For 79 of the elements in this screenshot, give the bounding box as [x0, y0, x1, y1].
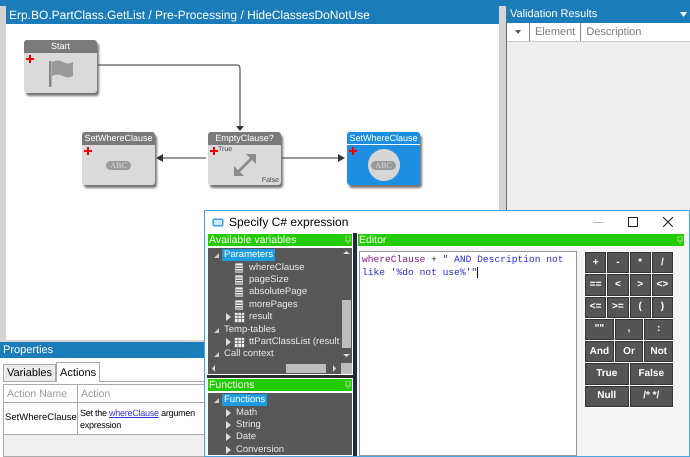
tab[interactable]: Variables [3, 364, 56, 381]
flow-node[interactable]: SetWhereClause ABC [82, 132, 155, 185]
pane-title: Functions [209, 379, 255, 391]
connector-arrow [156, 154, 206, 162]
tree-item[interactable]: whereClause [247, 262, 306, 274]
node-title: SetWhereClause [347, 132, 420, 145]
column-header: Element [530, 23, 582, 41]
operator-button[interactable]: Or [614, 341, 644, 362]
close-icon [663, 217, 673, 227]
column-header: Description [585, 25, 642, 40]
tree-item[interactable]: Date [234, 431, 258, 444]
plus-icon [26, 55, 34, 63]
table-icon [234, 311, 245, 324]
abc-badge: ABC [371, 160, 396, 170]
table-cell: SetWhereClause [4, 403, 78, 434]
operator-button[interactable]: : [644, 318, 674, 340]
code-editor[interactable]: whereClause + " AND Description not like '%do not use%'" [359, 251, 577, 456]
operator-button[interactable]: < [607, 274, 628, 296]
node-title: Start [24, 40, 97, 53]
operator-button[interactable]: <= [585, 296, 606, 318]
operator-button[interactable]: / [652, 252, 673, 274]
tree-item[interactable]: absolutePage [247, 286, 310, 298]
tree-item[interactable]: morePages [247, 298, 300, 311]
tree-item[interactable]: String [234, 418, 263, 431]
column-header: Action Name [4, 385, 78, 402]
tree-item[interactable]: Call context [222, 348, 276, 360]
pane-title: Editor [359, 234, 386, 246]
plus-icon [210, 147, 218, 155]
plus-icon [349, 147, 357, 155]
pane-title: Available variables [209, 234, 296, 246]
operator-button[interactable]: == [585, 274, 606, 296]
dropdown-icon [680, 12, 687, 17]
operator-button[interactable]: Null [585, 386, 628, 407]
operator-button[interactable]: >= [607, 296, 628, 318]
pin-icon [345, 236, 351, 244]
tree-item[interactable]: Temp-tables [222, 324, 278, 336]
flag-icon [48, 59, 74, 87]
link[interactable]: whereClause [109, 408, 159, 418]
operator-button[interactable]: <> [652, 274, 673, 296]
operator-button[interactable]: /* */ [630, 386, 673, 407]
operator-button[interactable]: Not [644, 341, 674, 362]
window-title: Specify C# expression [229, 214, 350, 231]
node-title: SetWhereClause [82, 132, 155, 145]
maximize-icon [628, 217, 638, 227]
tree-item[interactable]: Conversion [234, 444, 286, 455]
designer-title: Erp.BO.PartClass.GetList / Pre-Processing / HideClassesDoNotUse [6, 6, 499, 24]
tree-item[interactable]: Math [234, 406, 260, 419]
pin-icon [677, 236, 683, 244]
operator-button[interactable]: ( [630, 296, 651, 318]
plus-icon [84, 147, 92, 155]
column-header: Action [80, 387, 112, 402]
operator-button[interactable]: True [585, 363, 628, 385]
operator-button[interactable]: + [585, 252, 606, 274]
tree-item[interactable]: pageSize [247, 274, 291, 286]
panel-title: Validation Results [510, 7, 598, 22]
pin-icon [345, 381, 351, 389]
node-title: EmptyClause? [208, 132, 281, 145]
filter-icon [515, 30, 521, 34]
field-icon [234, 286, 245, 298]
operator-button[interactable]: False [630, 363, 673, 385]
operator-button[interactable]: ) [652, 296, 673, 318]
diagonal-arrow-icon [232, 152, 258, 178]
field-icon [234, 262, 245, 274]
operator-button[interactable]: - [607, 252, 628, 274]
tab[interactable]: Actions [56, 362, 100, 382]
operator-button[interactable]: > [630, 274, 651, 296]
field-icon [234, 274, 245, 286]
table-cell-text: Set the whereClause argumen expression [79, 407, 194, 432]
tree-item[interactable]: result [247, 311, 274, 324]
operator-button[interactable]: , [614, 318, 644, 340]
window-icon [212, 218, 224, 226]
connector-arrow [282, 154, 345, 162]
operator-button[interactable]: "" [585, 318, 614, 340]
operator-button[interactable]: * [630, 252, 651, 274]
flow-node[interactable]: Start [24, 40, 97, 93]
field-icon [234, 298, 245, 311]
table-icon [234, 336, 245, 348]
operator-button[interactable]: And [585, 341, 614, 362]
abc-badge: ABC [106, 160, 131, 170]
